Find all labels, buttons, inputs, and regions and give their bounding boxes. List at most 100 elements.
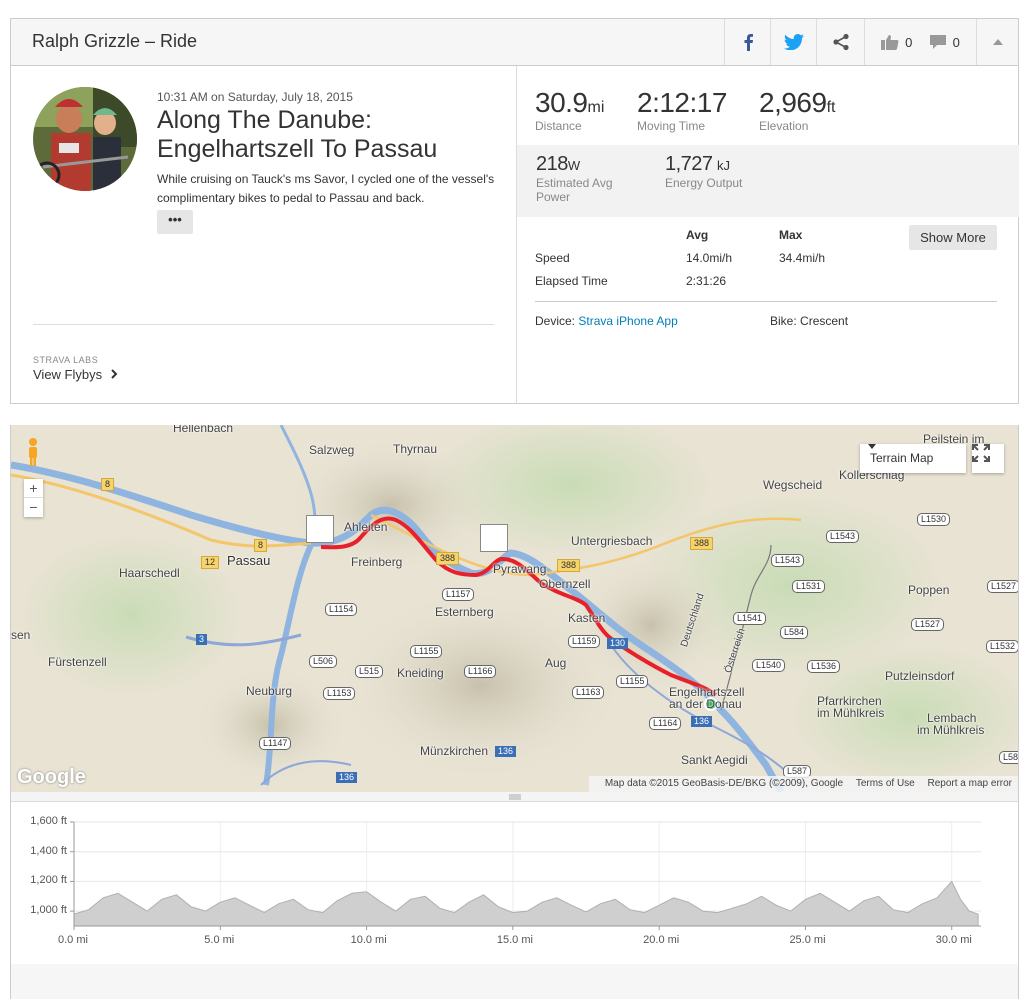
- fullscreen-button[interactable]: [972, 444, 1004, 473]
- chevron-right-icon: [111, 369, 118, 379]
- road-shield: L506: [309, 655, 338, 668]
- place-label: an der Donau: [669, 697, 742, 711]
- speed-avg: 14.0mi/h: [686, 251, 733, 265]
- kudos-count: 0: [905, 34, 913, 50]
- map-data-credit: Map data ©2015 GeoBasis-DE/BKG (©2009), …: [604, 778, 844, 789]
- show-more-button[interactable]: Show More: [909, 225, 997, 250]
- zoom-out-button[interactable]: −: [24, 498, 43, 516]
- x-tick-label: 25.0 mi: [789, 934, 826, 946]
- max-header: Max: [779, 228, 803, 242]
- elapsed-time-label: Elapsed Time: [535, 274, 608, 288]
- route-map[interactable]: Hellenbach Salzweg Thyrnau Peilstein im …: [10, 425, 1019, 792]
- power-unit: W: [567, 158, 581, 173]
- y-tick-label: 1,200 ft: [30, 874, 67, 887]
- route-marker[interactable]: [480, 524, 508, 552]
- distance-label: Distance: [535, 119, 582, 133]
- place-label: Kasten: [568, 611, 606, 625]
- place-label: Kneiding: [397, 666, 444, 680]
- speed-max: 34.4mi/h: [779, 251, 826, 265]
- road-shield: L1147: [259, 737, 292, 750]
- chart-footer: [11, 964, 1018, 999]
- column-divider: [516, 66, 517, 404]
- terms-link[interactable]: Terms of Use: [856, 778, 915, 789]
- report-error-link[interactable]: Report a map error: [928, 778, 1012, 789]
- bike-label: Bike:: [770, 314, 797, 328]
- place-label: Hellenbach: [173, 425, 234, 435]
- road-shield: 8: [254, 539, 268, 552]
- distance-unit: mi: [587, 99, 605, 116]
- comments-button[interactable]: 0: [929, 34, 960, 50]
- stats-divider: [535, 301, 997, 302]
- road-shield: L584: [780, 626, 809, 639]
- avatar-photo: [33, 87, 137, 191]
- route-start-marker[interactable]: [306, 515, 334, 543]
- place-label: Putzleinsdorf: [885, 669, 955, 683]
- elevation-area: [73, 880, 979, 927]
- device-link[interactable]: Strava iPhone App: [578, 314, 677, 328]
- comment-icon: [929, 35, 946, 49]
- road-shield: L1543: [826, 530, 860, 543]
- google-logo[interactable]: Google: [17, 766, 86, 789]
- road-shield: L1155: [616, 675, 649, 688]
- elevation-value: 2,969: [759, 87, 827, 118]
- energy-label: Energy Output: [665, 176, 743, 190]
- place-label: Münzkirchen: [420, 744, 489, 758]
- road-shield: L1531: [792, 580, 826, 593]
- athlete-avatar[interactable]: [33, 87, 137, 191]
- place-label: Wegscheid: [763, 478, 823, 492]
- distance-value: 30.9: [535, 87, 588, 118]
- place-label: Passau: [227, 553, 271, 568]
- road-shield: L1155: [410, 645, 443, 658]
- place-label: Salzweg: [309, 443, 355, 457]
- road-shield: 388: [690, 537, 714, 550]
- map-type-select[interactable]: Terrain Map: [860, 444, 966, 473]
- share-button[interactable]: [816, 19, 864, 65]
- fullscreen-icon: [972, 444, 990, 462]
- road-shield: L1536: [807, 660, 841, 673]
- y-tick-label: 1,000 ft: [30, 904, 67, 917]
- road-shield: 3: [196, 634, 208, 645]
- stat-moving-time: 2:12:17 Moving Time: [637, 87, 727, 133]
- road-shield: 130: [607, 638, 629, 649]
- more-actions-button[interactable]: •••: [157, 210, 193, 234]
- stat-distance: 30.9mi Distance: [535, 87, 604, 133]
- bike-value: Crescent: [800, 314, 849, 328]
- device-label: Device:: [535, 314, 576, 328]
- y-tick-label: 1,400 ft: [30, 844, 67, 857]
- place-label: Esternberg: [435, 605, 494, 619]
- place-label: Freinberg: [351, 555, 403, 569]
- place-label: Fürstenzell: [48, 655, 107, 669]
- place-label: Sankt Aegidi: [681, 753, 748, 767]
- road-shield: L1527: [911, 618, 945, 631]
- collapse-button[interactable]: [976, 19, 1018, 65]
- activity-title: Along The Danube: Engelhartszell To Pass…: [157, 106, 438, 163]
- twitter-share-button[interactable]: [770, 19, 816, 65]
- map-type-label: Terrain Map: [870, 451, 934, 465]
- place-label: Aug: [545, 656, 567, 670]
- road-shield: L58: [999, 751, 1018, 764]
- place-label: im Mühlkreis: [917, 723, 985, 737]
- road-shield: L1166: [464, 665, 497, 678]
- kudos-button[interactable]: 0: [881, 34, 912, 50]
- view-flybys-label: View Flybys: [33, 367, 103, 382]
- speed-label: Speed: [535, 251, 570, 265]
- power-label-2: Power: [536, 190, 571, 204]
- view-flybys-link[interactable]: View Flybys: [33, 367, 118, 382]
- x-tick-label: 0.0 mi: [58, 934, 88, 946]
- zoom-in-button[interactable]: +: [24, 479, 43, 498]
- elapsed-time-value: 2:31:26: [686, 274, 727, 288]
- bike-info: Bike: Crescent: [770, 314, 848, 328]
- x-tick-label: 5.0 mi: [204, 934, 235, 946]
- moving-time-value: 2:12:17: [637, 87, 727, 118]
- road-shield: L1164: [649, 717, 682, 730]
- stat-power: 218W Estimated Avg Power: [536, 153, 613, 204]
- twitter-icon: [783, 34, 804, 50]
- stat-energy: 1,727 kJ Energy Output: [665, 153, 742, 190]
- road-shield: L1154: [325, 603, 358, 616]
- facebook-share-button[interactable]: [724, 19, 770, 65]
- activity-header: Ralph Grizzle – Ride 0 0: [11, 19, 1018, 66]
- map-attribution: Map data ©2015 GeoBasis-DE/BKG (©2009), …: [588, 776, 1018, 792]
- place-label: Poppen: [908, 583, 950, 597]
- y-tick-label: 1,600 ft: [30, 815, 67, 827]
- power-label-1: Estimated Avg: [536, 176, 613, 190]
